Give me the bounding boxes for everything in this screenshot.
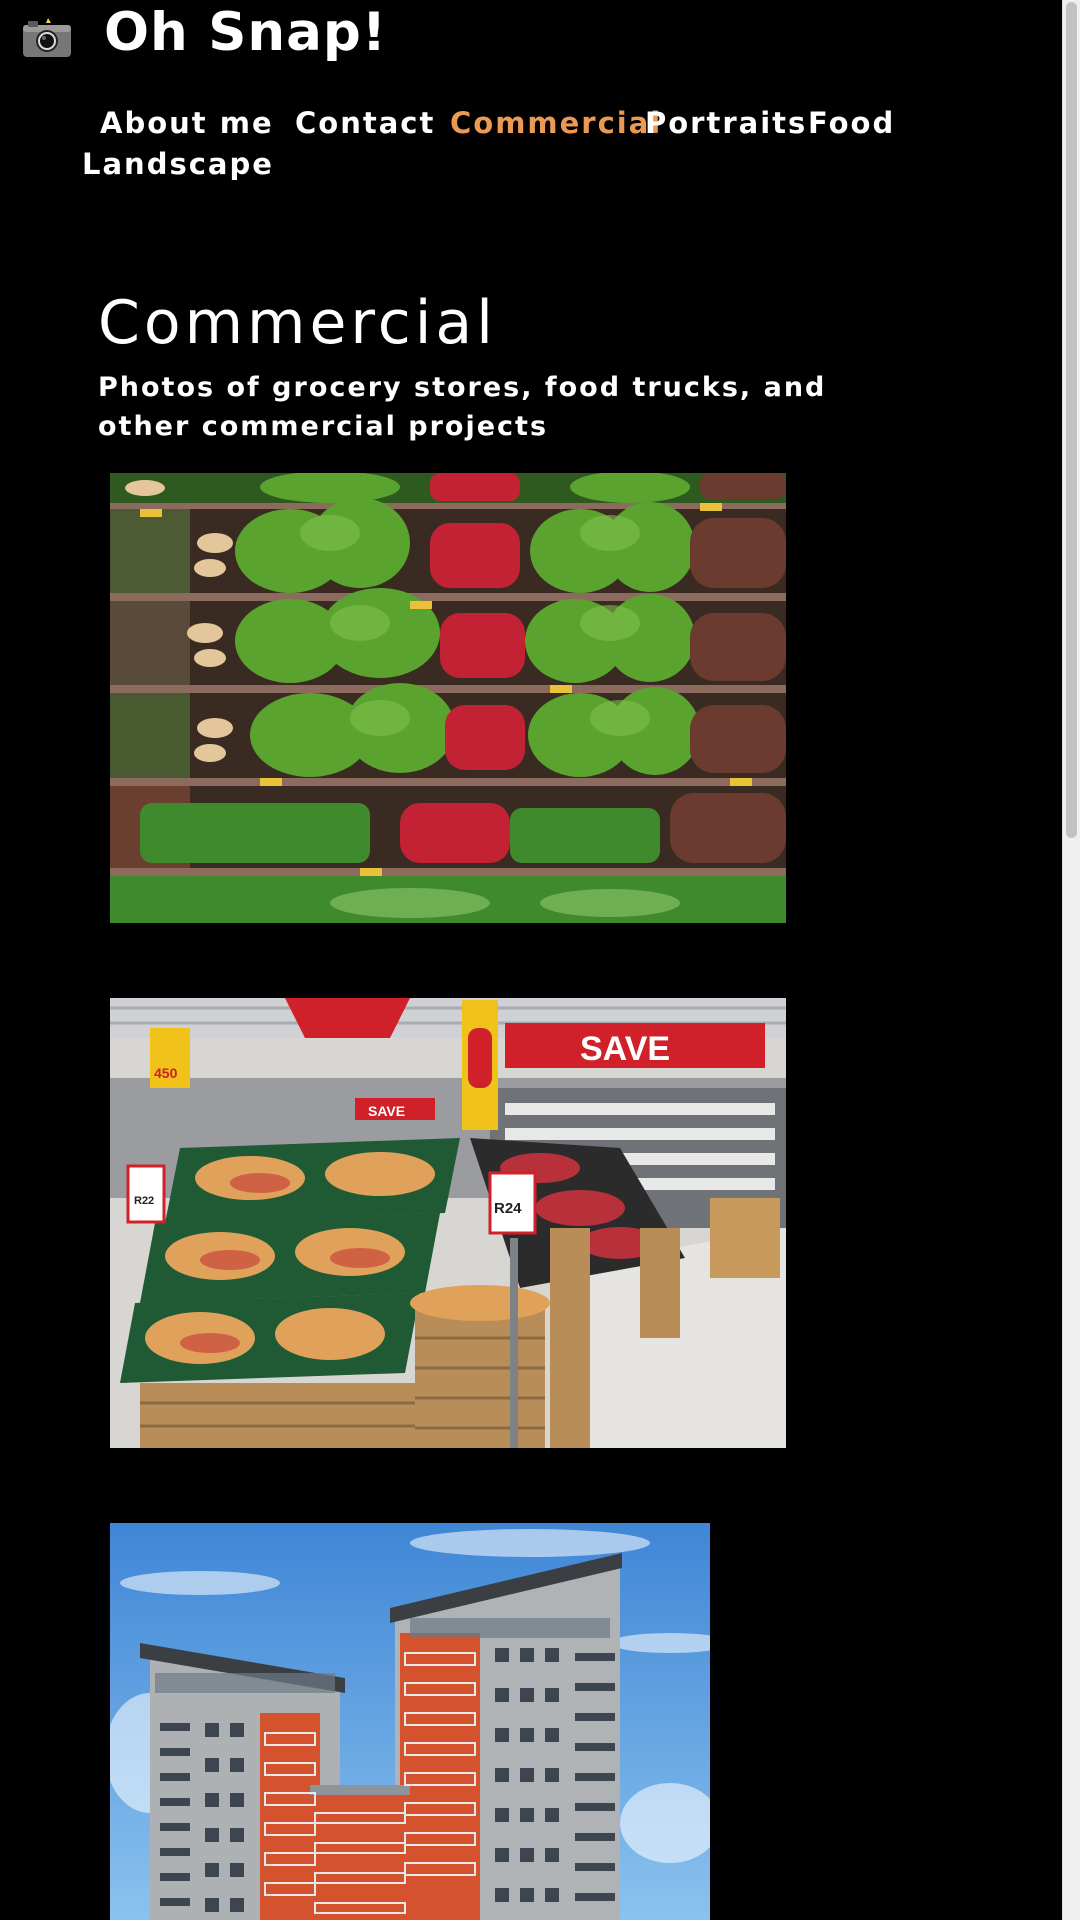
nav-portraits[interactable]: Portraits: [645, 102, 807, 144]
photo-apartment-buildings[interactable]: [110, 1523, 710, 1920]
page-subtitle: Photos of grocery stores, food trucks, a…: [98, 372, 827, 442]
nav-food[interactable]: Food: [808, 102, 895, 144]
vertical-scrollbar[interactable]: [1062, 0, 1080, 1920]
camera-icon[interactable]: [22, 18, 72, 58]
nav-commercial[interactable]: Commercial: [450, 102, 662, 144]
price-card-text: R24: [494, 1200, 522, 1217]
svg-text:R22: R22: [134, 1195, 154, 1207]
photo-grocery-produce[interactable]: [110, 473, 786, 923]
svg-text:SAVE: SAVE: [368, 1103, 405, 1119]
scrollbar-thumb[interactable]: [1066, 2, 1077, 838]
nav-contact[interactable]: Contact: [295, 102, 435, 144]
svg-text:450: 450: [154, 1065, 178, 1081]
nav-landscape[interactable]: Landscape: [82, 143, 274, 185]
page: Oh Snap! About me Contact Commercial Por…: [0, 0, 1080, 1920]
save-sign-text: SAVE: [580, 1030, 670, 1068]
nav-about-me[interactable]: About me: [100, 102, 274, 144]
site-title[interactable]: Oh Snap!: [104, 2, 387, 63]
photo-supermarket-fruit[interactable]: SAVE SAVE 450 R24 R22: [110, 998, 786, 1448]
page-heading: Commercial: [98, 288, 497, 358]
